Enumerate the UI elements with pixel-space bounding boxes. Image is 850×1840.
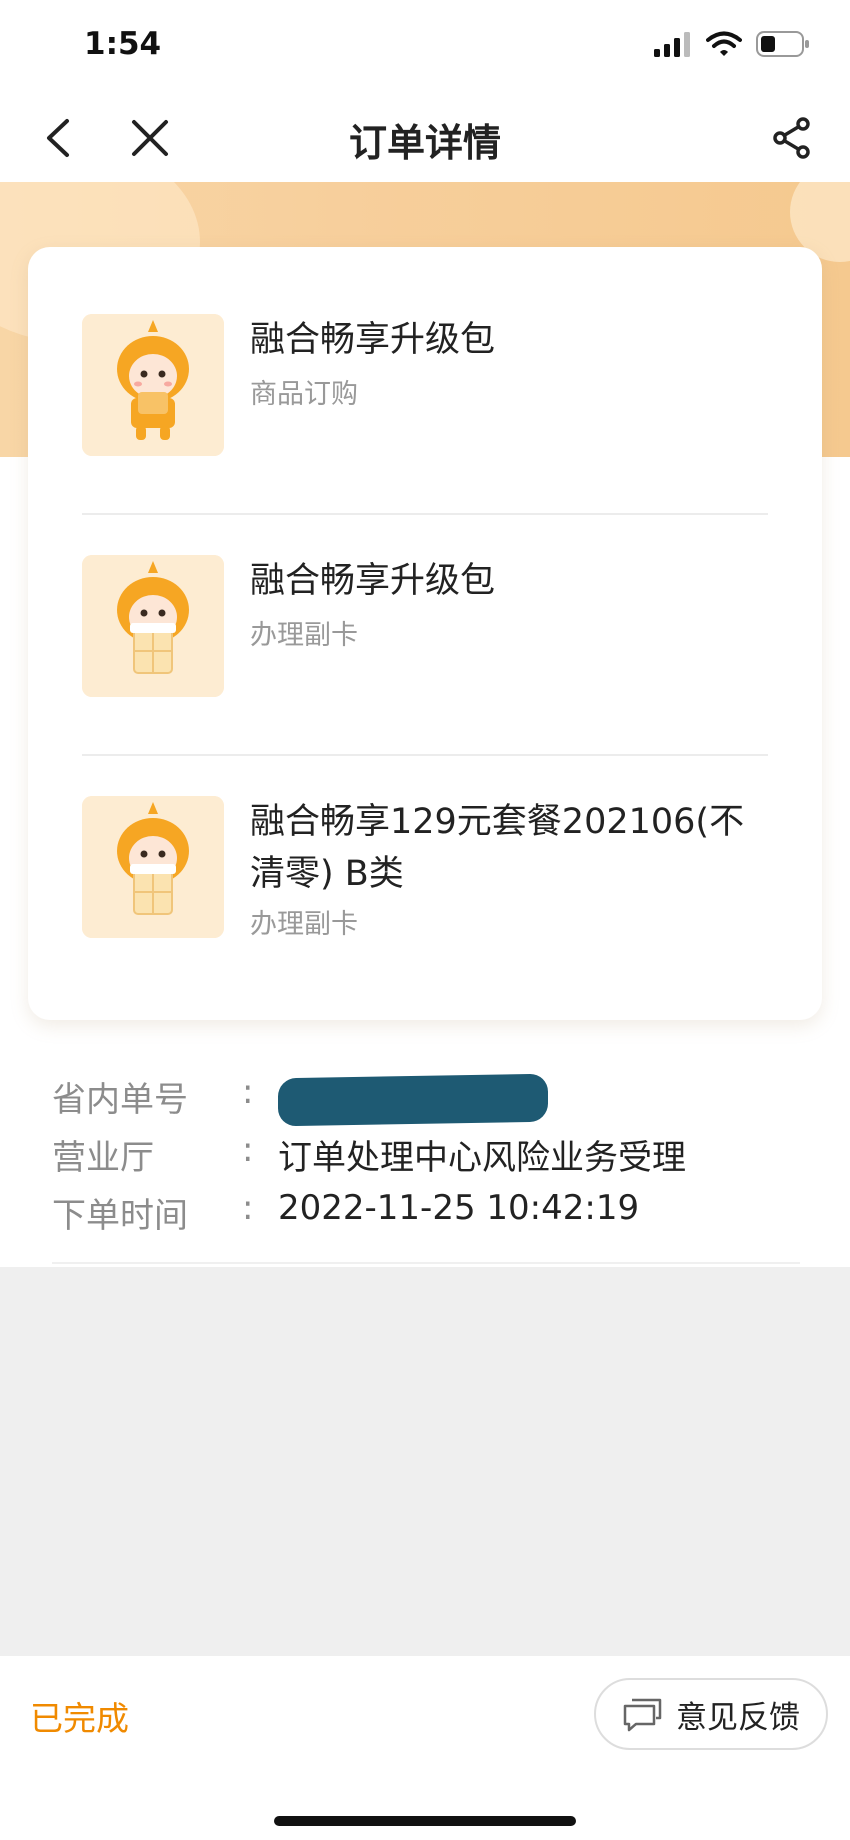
order-number-row: 省内单号 : bbox=[52, 1072, 812, 1127]
page-title: 订单详情 bbox=[348, 121, 501, 165]
list-item[interactable]: 融合畅享129元套餐202106(不清零) B类 办理副卡 bbox=[82, 796, 772, 956]
item-type: 办理副卡 bbox=[250, 909, 358, 940]
divider bbox=[82, 754, 768, 756]
order-time-value: 2022-11-25 10:42:19 bbox=[278, 1188, 640, 1228]
status-bar: 1:54 bbox=[0, 0, 850, 92]
redacted-order-number bbox=[278, 1073, 548, 1127]
order-status: 已完成 bbox=[30, 1699, 129, 1738]
order-time-row: 下单时间 : 2022-11-25 10:42:19 bbox=[52, 1188, 812, 1238]
nav-bar: 订单详情 bbox=[0, 92, 850, 182]
item-name: 融合畅享129元套餐202106(不清零) B类 bbox=[250, 802, 745, 894]
list-item[interactable]: 融合畅享升级包 办理副卡 bbox=[82, 555, 772, 697]
divider bbox=[82, 513, 768, 515]
status-time: 1:54 bbox=[84, 26, 162, 62]
business-hall-row: 营业厅 : 订单处理中心风险业务受理 bbox=[52, 1130, 812, 1180]
mascot-icon bbox=[82, 314, 224, 456]
chat-bubble-icon bbox=[623, 1698, 662, 1732]
feedback-button[interactable]: 意见反馈 bbox=[594, 1678, 828, 1750]
status-icons bbox=[654, 30, 810, 58]
order-time-label: 下单时间 bbox=[52, 1196, 188, 1236]
feedback-label: 意见反馈 bbox=[676, 1699, 800, 1736]
business-hall-value: 订单处理中心风险业务受理 bbox=[278, 1138, 686, 1178]
order-number-label: 省内单号 bbox=[52, 1080, 188, 1120]
item-name: 融合畅享升级包 bbox=[250, 320, 496, 360]
colon: : bbox=[242, 1188, 254, 1228]
list-item[interactable]: 融合畅享升级包 商品订购 bbox=[82, 314, 772, 456]
share-icon bbox=[773, 117, 810, 159]
business-hall-label: 营业厅 bbox=[52, 1138, 154, 1178]
cellular-signal-icon bbox=[654, 32, 690, 57]
home-indicator bbox=[274, 1816, 576, 1826]
divider bbox=[52, 1262, 800, 1264]
battery-icon bbox=[756, 31, 809, 57]
mascot-icon bbox=[82, 796, 224, 938]
bottom-bar: 已完成 意见反馈 bbox=[0, 1656, 850, 1840]
item-type: 商品订购 bbox=[250, 379, 358, 410]
share-button[interactable] bbox=[764, 110, 820, 166]
item-name: 融合畅享升级包 bbox=[250, 561, 496, 601]
colon: : bbox=[242, 1130, 254, 1170]
item-type: 办理副卡 bbox=[250, 620, 358, 651]
colon: : bbox=[242, 1072, 254, 1112]
mascot-icon bbox=[82, 555, 224, 697]
order-items-card: 融合畅享升级包 商品订购 融合畅享升级包 办理副卡 融合畅享129元套餐2021… bbox=[28, 247, 822, 1020]
product-thumbnail bbox=[82, 796, 224, 938]
wifi-icon bbox=[706, 31, 742, 56]
product-thumbnail bbox=[82, 555, 224, 697]
product-thumbnail bbox=[82, 314, 224, 456]
